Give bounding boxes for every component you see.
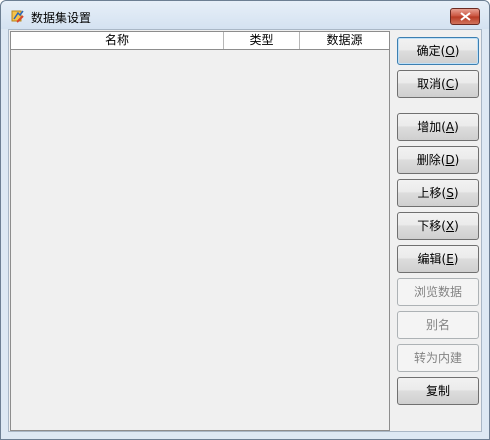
cancel-button[interactable]: 取消(C) bbox=[397, 70, 479, 98]
table-body[interactable] bbox=[11, 50, 389, 430]
delete-button[interactable]: 删除(D) bbox=[397, 146, 479, 174]
table-header: 名称 类型 数据源 bbox=[11, 32, 389, 50]
browse-data-button[interactable]: 浏览数据 bbox=[397, 278, 479, 306]
dialog-content: 名称 类型 数据源 确定(O) 取消(C) 增加(A) 删除(D) 上移(S) … bbox=[8, 29, 482, 432]
close-button[interactable] bbox=[450, 8, 480, 25]
add-button[interactable]: 增加(A) bbox=[397, 113, 479, 141]
edit-button[interactable]: 编辑(E) bbox=[397, 245, 479, 273]
dataset-settings-dialog: 数据集设置 名称 类型 数据源 确定(O) 取消(C) 增加(A) 删除(D) … bbox=[0, 0, 490, 440]
copy-button[interactable]: 复制 bbox=[397, 377, 479, 405]
window-title: 数据集设置 bbox=[31, 11, 92, 25]
column-header-name[interactable]: 名称 bbox=[11, 32, 224, 49]
dataset-table[interactable]: 名称 类型 数据源 bbox=[10, 31, 390, 431]
title-bar: 数据集设置 bbox=[1, 1, 489, 29]
chart-edit-icon bbox=[11, 10, 24, 23]
move-down-button[interactable]: 下移(X) bbox=[397, 212, 479, 240]
alias-button[interactable]: 别名 bbox=[397, 311, 479, 339]
move-up-button[interactable]: 上移(S) bbox=[397, 179, 479, 207]
ok-button[interactable]: 确定(O) bbox=[397, 37, 479, 65]
close-icon bbox=[460, 12, 471, 21]
column-header-datasource[interactable]: 数据源 bbox=[300, 32, 389, 49]
column-header-type[interactable]: 类型 bbox=[224, 32, 300, 49]
convert-to-builtin-button[interactable]: 转为内建 bbox=[397, 344, 479, 372]
